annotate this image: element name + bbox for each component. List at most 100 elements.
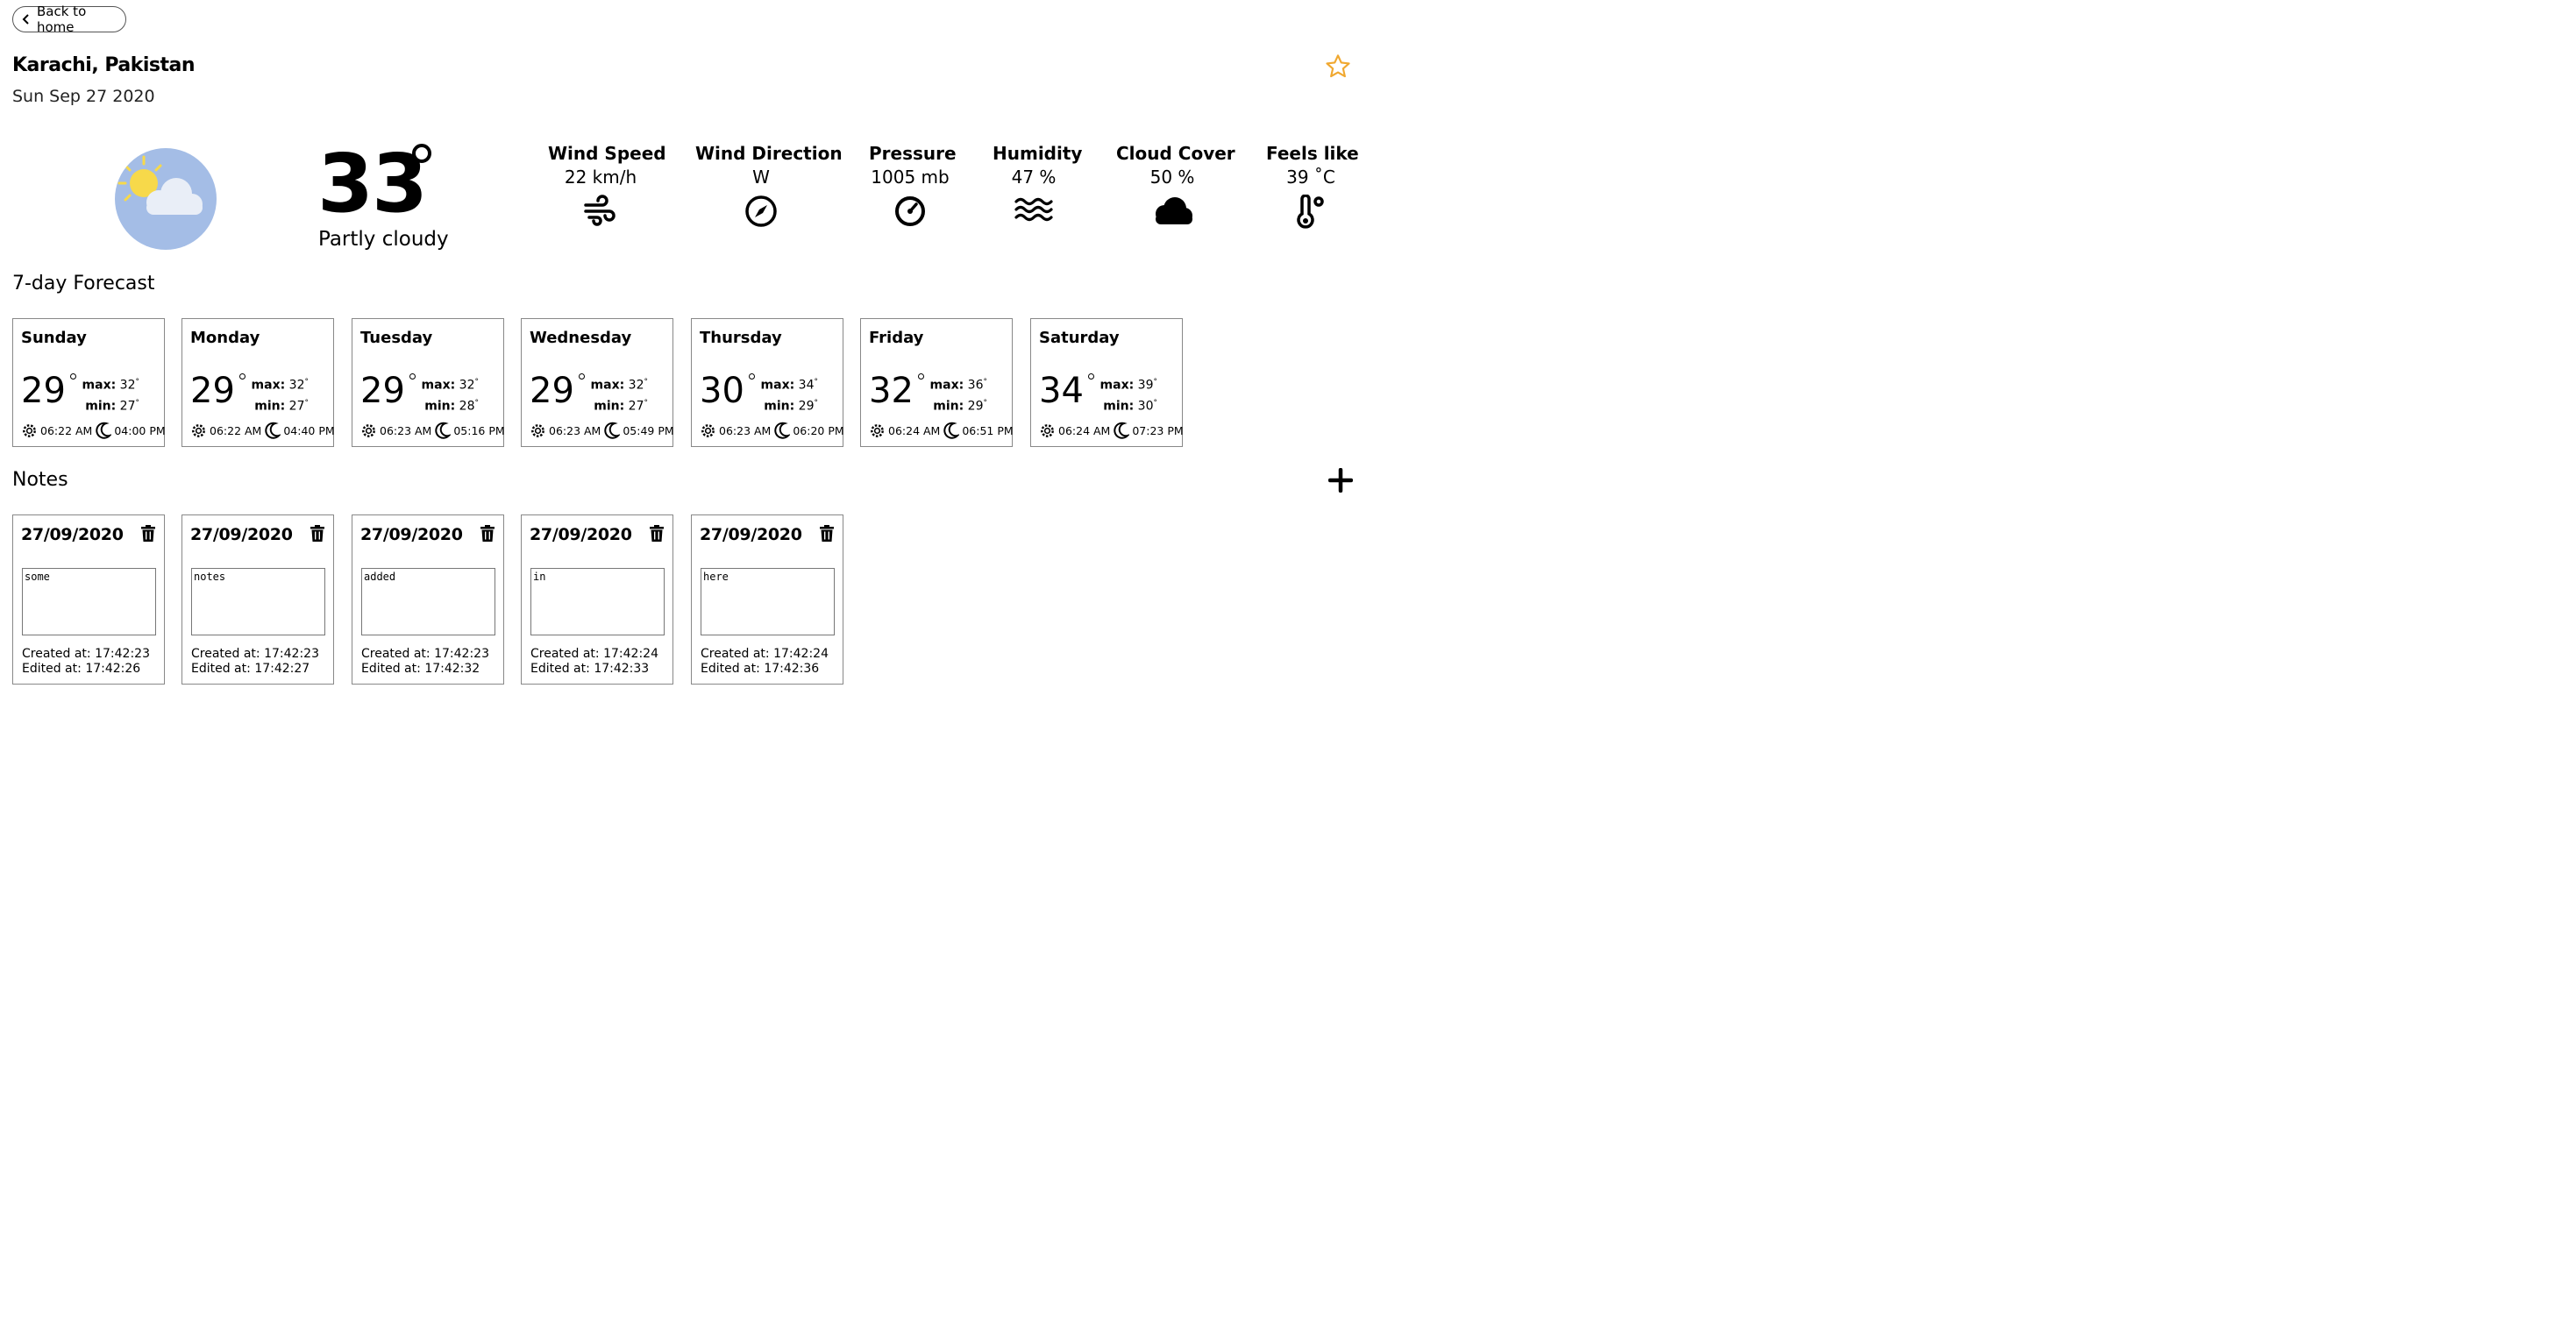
compass-icon (695, 195, 827, 228)
note-meta: Created at: 17:42:24 Edited at: 17:42:36 (701, 647, 829, 677)
note-textarea[interactable]: added (361, 568, 495, 635)
edited-label: Edited at: (361, 662, 421, 676)
stat-label: Wind Direction (695, 143, 843, 164)
max-value: 32 (459, 378, 475, 393)
edited-time: 17:42:27 (254, 662, 310, 676)
forecast-temp: 29 (190, 371, 235, 411)
min-label: min: (254, 399, 286, 414)
edited-time: 17:42:32 (424, 662, 480, 676)
note-card: 27/09/2020 here Created at: 17:42:24 Edi… (691, 514, 843, 685)
min-value: 29 (967, 399, 984, 414)
sun-times: 06:24 AM 06:51 PM (869, 422, 1014, 439)
delete-note-trash-icon[interactable] (310, 525, 324, 545)
max-label: max: (82, 378, 117, 393)
location-title: Karachi, Pakistan (12, 54, 196, 76)
forecast-day-card: Sunday 29 max: 32° min: 27° 06:22 AM 04:… (12, 318, 166, 447)
notes-title: Notes (12, 469, 68, 491)
edited-label: Edited at: (530, 662, 590, 676)
delete-note-trash-icon[interactable] (480, 525, 495, 545)
forecast-day-card: Thursday 30 max: 34° min: 29° 06:23 AM 0… (691, 318, 844, 447)
sun-times: 06:22 AM 04:40 PM (190, 422, 335, 439)
max-label: max: (590, 378, 625, 393)
water-waves-icon (993, 195, 1075, 226)
degree-symbol (70, 373, 76, 380)
min-label: min: (594, 399, 625, 414)
forecast-day-name: Tuesday (360, 329, 433, 347)
note-textarea[interactable]: here (701, 568, 835, 635)
created-time: 17:42:23 (95, 647, 150, 661)
min-label: min: (933, 399, 964, 414)
add-note-plus-icon[interactable] (1327, 467, 1354, 496)
sun-times: 06:24 AM 07:23 PM (1039, 422, 1184, 439)
note-textarea[interactable]: notes (191, 568, 325, 635)
degree-symbol (412, 144, 431, 163)
favorite-star-icon[interactable] (1324, 53, 1352, 84)
degree-symbol (579, 373, 585, 380)
sunrise-time: 06:23 AM (549, 423, 601, 437)
stat-label: Cloud Cover (1116, 143, 1235, 164)
sunset-time: 06:20 PM (793, 423, 844, 437)
max-label: max: (421, 378, 456, 393)
sunset-time: 04:00 PM (114, 423, 166, 437)
note-textarea[interactable]: some (22, 568, 156, 635)
delete-note-trash-icon[interactable] (820, 525, 834, 545)
created-label: Created at: (701, 647, 770, 661)
forecast-temp: 34 (1039, 371, 1084, 411)
note-meta: Created at: 17:42:23 Edited at: 17:42:32 (361, 647, 489, 677)
sunrise-gear-icon (531, 423, 544, 437)
min-label: min: (1103, 399, 1135, 414)
max-value: 32 (628, 378, 644, 393)
sunrise-time: 06:24 AM (888, 423, 941, 437)
back-to-home-button[interactable]: Back to home (12, 4, 126, 35)
min-value: 30 (1137, 399, 1154, 414)
forecast-day-card: Saturday 34 max: 39° min: 30° 06:24 AM 0… (1030, 318, 1184, 447)
min-value: 27 (628, 399, 644, 414)
stat-value: 47 % (1011, 167, 1057, 188)
forecast-temp: 32 (869, 371, 914, 411)
sunrise-gear-icon (23, 423, 36, 437)
sunrise-gear-icon (192, 423, 205, 437)
note-textarea[interactable]: in (530, 568, 665, 635)
forecast-max-min: max: 32° min: 27° (82, 378, 139, 414)
forecast-title: 7-day Forecast (12, 273, 155, 294)
delete-note-trash-icon[interactable] (650, 525, 664, 545)
degree-symbol (918, 373, 924, 380)
max-label: max: (1099, 378, 1135, 393)
forecast-day-name: Monday (190, 329, 260, 347)
stat-pressure: Pressure 1005 mb (869, 143, 957, 228)
stat-value: 22 km/h (564, 167, 637, 188)
thermometer-icon (1266, 195, 1356, 230)
current-date: Sun Sep 27 2020 (12, 87, 155, 106)
moon-icon (435, 422, 452, 439)
moon-icon (1114, 422, 1130, 439)
sun-times: 06:23 AM 05:49 PM (530, 422, 674, 439)
forecast-max-min: max: 32° min: 28° (421, 378, 479, 414)
created-time: 17:42:24 (603, 647, 658, 661)
forecast-max-min: max: 34° min: 29° (760, 378, 818, 414)
sunrise-time: 06:23 AM (380, 423, 432, 437)
stat-value: 39 ˚C (1286, 167, 1335, 188)
delete-note-trash-icon[interactable] (141, 525, 155, 545)
note-card: 27/09/2020 in Created at: 17:42:24 Edite… (521, 514, 673, 685)
forecast-day-card: Monday 29 max: 32° min: 27° 06:22 AM 04:… (181, 318, 335, 447)
current-temperature: 33 (317, 137, 428, 231)
created-time: 17:42:23 (434, 647, 489, 661)
forecast-max-min: max: 39° min: 30° (1099, 378, 1157, 414)
degree-symbol (1088, 373, 1094, 380)
sun-times: 06:23 AM 06:20 PM (700, 422, 844, 439)
forecast-day-name: Thursday (700, 329, 782, 347)
note-date: 27/09/2020 (700, 525, 802, 544)
sunset-time: 04:40 PM (283, 423, 335, 437)
created-label: Created at: (22, 647, 91, 661)
min-value: 27 (119, 399, 136, 414)
edited-label: Edited at: (191, 662, 251, 676)
forecast-temp: 30 (700, 371, 744, 411)
forecast-day-card: Friday 32 max: 36° min: 29° 06:24 AM 06:… (860, 318, 1014, 447)
moon-icon (265, 422, 281, 439)
created-time: 17:42:23 (264, 647, 319, 661)
max-label: max: (251, 378, 286, 393)
wind-icon (548, 195, 653, 226)
min-label: min: (424, 399, 456, 414)
sunset-time: 05:16 PM (453, 423, 505, 437)
stat-label: Pressure (869, 143, 957, 164)
